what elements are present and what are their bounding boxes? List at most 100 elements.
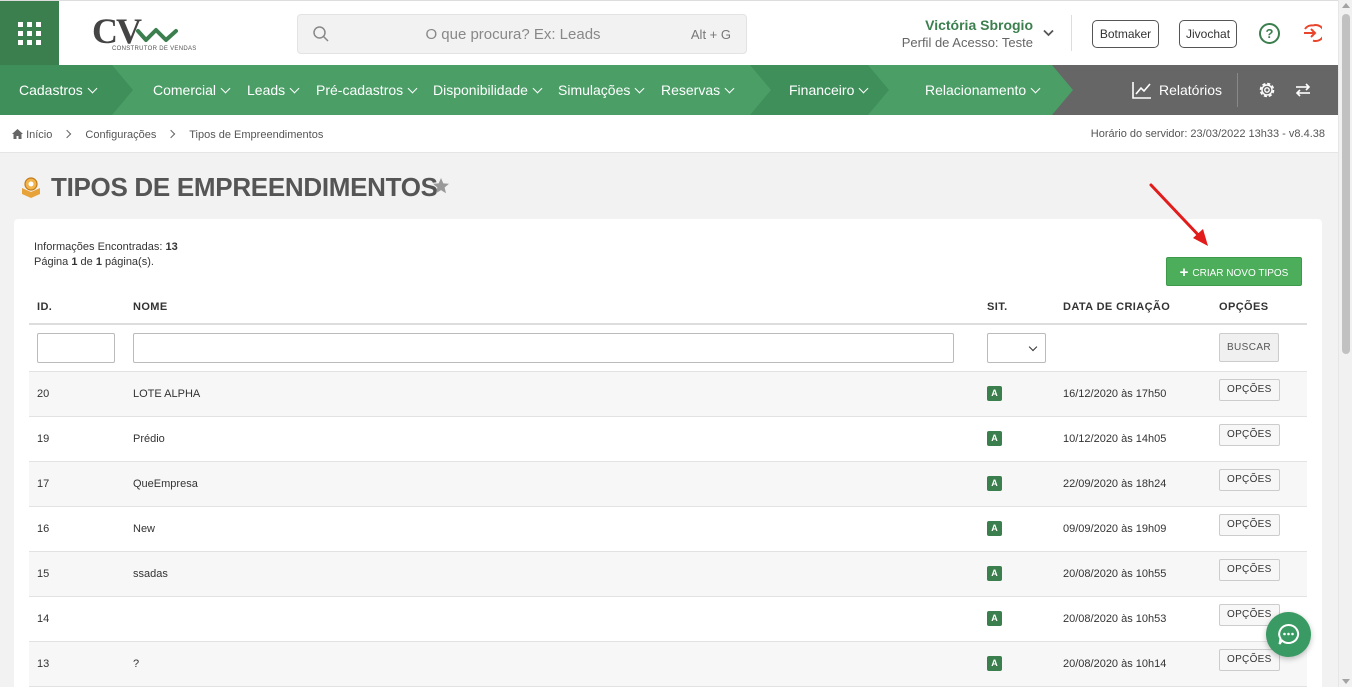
- cell-id: 16: [29, 506, 125, 552]
- status-badge: A: [987, 566, 1002, 581]
- logo-tagline: CONSTRUTOR DE VENDAS: [112, 46, 197, 52]
- page-word: Página: [34, 256, 69, 268]
- botmaker-button[interactable]: Botmaker: [1092, 20, 1159, 48]
- cell-id: 15: [29, 551, 125, 597]
- logo-wave-icon: [136, 28, 178, 42]
- table-row: 14 A 20/08/2020 às 10h53 OPÇÕES: [29, 596, 1307, 642]
- table-row: 17 QueEmpresa A 22/09/2020 às 18h24 OPÇÕ…: [29, 461, 1307, 507]
- breadcrumb: Início Configurações Tipos de Empreendim…: [12, 128, 327, 141]
- cell-date: 20/08/2020 às 10h55: [1055, 551, 1211, 597]
- status-badge: A: [987, 431, 1002, 446]
- chevron-down-icon: [1028, 342, 1038, 351]
- cell-id: 17: [29, 461, 125, 507]
- user-profile: Perfil de Acesso: Teste: [901, 35, 1033, 50]
- create-new-type-button[interactable]: + CRIAR NOVO TIPOS: [1166, 257, 1302, 286]
- table-row: 20 LOTE ALPHA A 16/12/2020 às 17h50 OPÇÕ…: [29, 371, 1307, 417]
- status-badge: A: [987, 611, 1002, 626]
- nav-relacionamento[interactable]: Relacionamento: [925, 65, 1041, 115]
- table-row: 16 New A 09/09/2020 às 19h09 OPÇÕES: [29, 506, 1307, 552]
- options-button[interactable]: OPÇÕES: [1219, 648, 1280, 671]
- page-total: 1: [95, 256, 102, 268]
- filter-id-input[interactable]: [37, 332, 115, 363]
- logo[interactable]: CV CONSTRUTOR DE VENDAS: [92, 13, 196, 55]
- cell-id: 20: [29, 371, 125, 417]
- options-button[interactable]: OPÇÕES: [1219, 513, 1280, 536]
- top-header: CV CONSTRUTOR DE VENDAS Alt + G Victória…: [0, 0, 1338, 66]
- user-name: Victória Sbrogio: [925, 17, 1033, 33]
- global-search[interactable]: Alt + G: [297, 14, 747, 54]
- page-suffix: página(s).: [105, 256, 154, 268]
- nav-simulacoes[interactable]: Simulações: [558, 65, 645, 115]
- header-divider: [1071, 15, 1072, 51]
- status-badge: A: [987, 386, 1002, 401]
- status-badge: A: [987, 476, 1002, 491]
- col-name[interactable]: NOME: [125, 291, 979, 325]
- col-sit[interactable]: SIT.: [979, 291, 1055, 325]
- options-button[interactable]: OPÇÕES: [1219, 378, 1280, 401]
- breadcrumb-current: Tipos de Empreendimentos: [189, 129, 324, 141]
- chat-widget-button[interactable]: [1266, 612, 1311, 657]
- nav-reservas[interactable]: Reservas: [661, 65, 735, 115]
- search-input[interactable]: [343, 15, 683, 53]
- breadcrumb-bar: Início Configurações Tipos de Empreendim…: [0, 115, 1338, 153]
- cell-name: ?: [125, 641, 979, 687]
- page-current: 1: [71, 256, 78, 268]
- cell-name: Prédio: [125, 416, 979, 462]
- options-button[interactable]: OPÇÕES: [1219, 423, 1280, 446]
- breadcrumb-inicio[interactable]: Início: [26, 129, 52, 141]
- server-time: Horário do servidor: 23/03/2022 13h33 - …: [1090, 128, 1325, 140]
- apps-grid-icon[interactable]: [0, 1, 59, 66]
- scroll-down-icon[interactable]: [1342, 679, 1350, 684]
- cell-name: QueEmpresa: [125, 461, 979, 507]
- result-info: Informações Encontradas: 13 Página 1 de …: [34, 240, 178, 270]
- nav-cadastros[interactable]: Cadastros: [19, 65, 98, 115]
- page-title: TIPOS DE EMPREENDIMENTOS: [51, 172, 438, 202]
- filter-sit-select[interactable]: [987, 332, 1046, 363]
- options-button[interactable]: OPÇÕES: [1219, 558, 1280, 581]
- nav-relatorios[interactable]: Relatórios: [1132, 65, 1222, 115]
- favorite-star-icon[interactable]: [432, 177, 450, 195]
- main-nav: Cadastros Comercial Leads Pré-cadastros …: [0, 65, 1338, 115]
- scroll-up-icon[interactable]: [1342, 3, 1350, 8]
- search-button[interactable]: BUSCAR: [1219, 333, 1279, 363]
- create-button-label: CRIAR NOVO TIPOS: [1192, 268, 1289, 279]
- cell-id: 14: [29, 596, 125, 642]
- cell-name: New: [125, 506, 979, 552]
- swap-arrows-icon[interactable]: [1294, 82, 1312, 98]
- user-menu[interactable]: Victória Sbrogio Perfil de Acesso: Teste: [880, 17, 1060, 51]
- gear-icon[interactable]: [1257, 80, 1277, 100]
- scrollbar-thumb[interactable]: [1342, 14, 1350, 354]
- page-scrollbar[interactable]: [1338, 0, 1352, 687]
- chart-line-icon: [1132, 82, 1151, 99]
- col-id[interactable]: ID.: [29, 291, 125, 325]
- nav-leads[interactable]: Leads: [247, 65, 300, 115]
- cell-date: 20/08/2020 às 10h14: [1055, 641, 1211, 687]
- page-of: de: [80, 256, 93, 268]
- nav-tools: Relatórios: [1088, 65, 1338, 115]
- breadcrumb-configuracoes[interactable]: Configurações: [85, 129, 156, 141]
- cell-date: 20/08/2020 às 10h53: [1055, 596, 1211, 642]
- status-badge: A: [987, 656, 1002, 671]
- options-button[interactable]: OPÇÕES: [1219, 468, 1280, 491]
- cell-date: 16/12/2020 às 17h50: [1055, 371, 1211, 417]
- table-row: 15 ssadas A 20/08/2020 às 10h55 OPÇÕES: [29, 551, 1307, 597]
- cell-id: 19: [29, 416, 125, 462]
- plus-icon: +: [1179, 264, 1189, 281]
- cell-name: LOTE ALPHA: [125, 371, 979, 417]
- jivochat-button[interactable]: Jivochat: [1179, 20, 1237, 48]
- help-icon[interactable]: ?: [1259, 23, 1280, 44]
- info-found-count: 13: [165, 241, 178, 253]
- col-date[interactable]: DATA DE CRIAÇÃO: [1055, 291, 1211, 325]
- nav-comercial[interactable]: Comercial: [153, 65, 231, 115]
- nav-divider: [1237, 73, 1238, 107]
- filter-name-input[interactable]: [133, 332, 954, 363]
- info-found-label: Informações Encontradas:: [34, 241, 163, 253]
- cell-id: 13: [29, 641, 125, 687]
- search-shortcut: Alt + G: [690, 27, 731, 42]
- content-card: Informações Encontradas: 13 Página 1 de …: [14, 219, 1322, 687]
- filter-row: BUSCAR: [29, 324, 1307, 372]
- nav-pre-cadastros[interactable]: Pré-cadastros: [316, 65, 418, 115]
- nav-disponibilidade[interactable]: Disponibilidade: [433, 65, 543, 115]
- nav-financeiro[interactable]: Financeiro: [789, 65, 869, 115]
- logout-icon[interactable]: [1300, 22, 1322, 44]
